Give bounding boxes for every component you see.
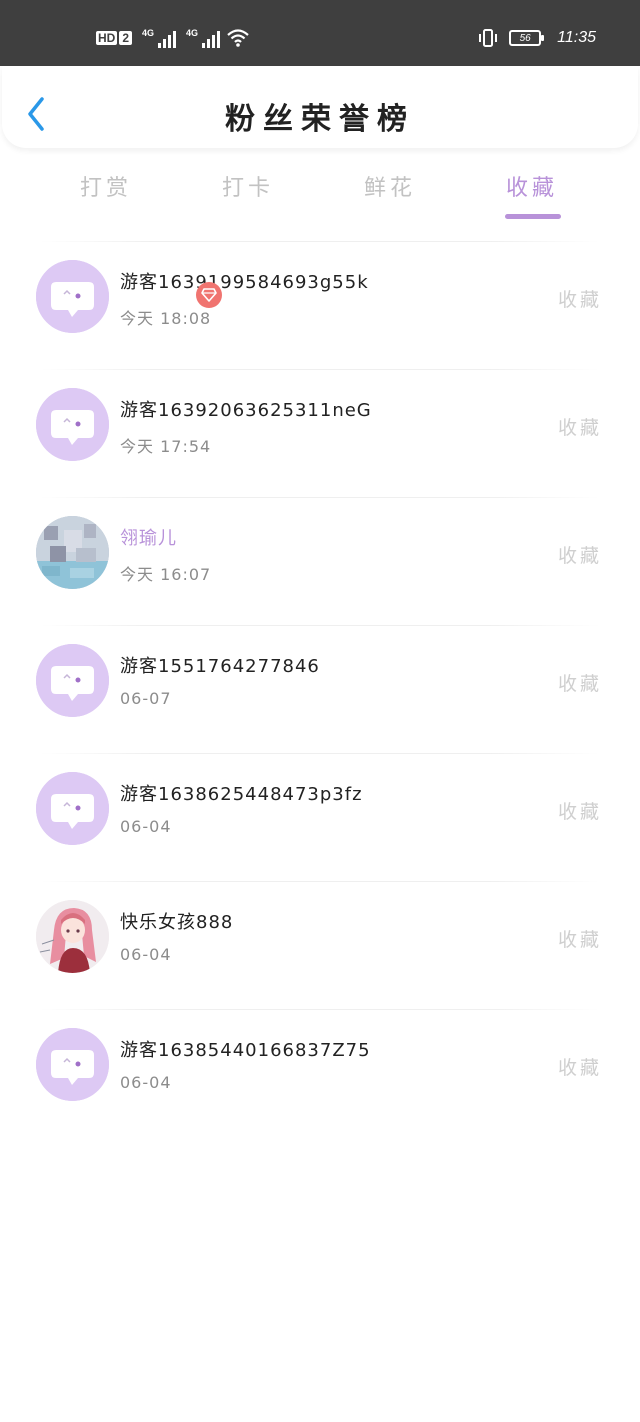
battery-icon: 56	[509, 30, 545, 46]
avatar[interactable]	[36, 1028, 109, 1101]
default-avatar-icon	[36, 1028, 109, 1101]
network-type-1: 4G	[142, 28, 155, 38]
hd-label: HD	[96, 31, 118, 45]
status-bar-left: HD 2 4G 4G	[96, 28, 250, 48]
anime-girl-avatar	[36, 900, 109, 973]
avatar[interactable]	[36, 388, 109, 461]
fan-time: 今天 18:08	[120, 309, 212, 328]
active-tab-indicator	[505, 214, 561, 219]
action-label: 收藏	[557, 289, 602, 311]
tab-reward[interactable]: 打赏	[46, 170, 166, 202]
avatar[interactable]	[36, 772, 109, 845]
avatar[interactable]	[36, 260, 109, 333]
list-item[interactable]: 游客16392063625311neG 今天 17:54 收藏	[0, 369, 640, 497]
tab-bar: 打赏 打卡 鲜花 收藏	[0, 160, 640, 230]
avatar[interactable]	[36, 516, 109, 589]
sim-number: 2	[119, 31, 133, 45]
fan-time: 06-07	[120, 689, 172, 708]
list-item[interactable]: 游客1639199584693g55k 今天 18:08 收藏	[0, 241, 640, 369]
tab-flowers[interactable]: 鲜花	[330, 170, 450, 202]
fan-name: 游客16392063625311neG	[120, 400, 372, 421]
default-avatar-icon	[36, 772, 109, 845]
battery-level: 56	[519, 32, 531, 44]
fan-name: 游客1638625448473p3fz	[120, 784, 363, 805]
fan-list: 游客1639199584693g55k 今天 18:08 收藏 游客163920…	[0, 241, 640, 1137]
list-item[interactable]: 游客1551764277846 06-07 收藏	[0, 625, 640, 753]
action-label: 收藏	[557, 801, 602, 823]
list-item[interactable]: 快乐女孩888 06-04 收藏	[0, 881, 640, 1009]
fan-name: 游客16385440166837Z75	[120, 1040, 371, 1061]
status-bar-right: 56 11:35	[477, 28, 596, 48]
fan-name: 游客1639199584693g55k	[120, 272, 369, 293]
hd-indicator: HD 2	[96, 29, 133, 47]
status-bar: HD 2 4G 4G 56 11:35	[0, 0, 640, 66]
tab-favorites[interactable]: 收藏	[472, 170, 592, 202]
user-photo-avatar	[36, 516, 109, 589]
diamond-icon	[201, 288, 217, 302]
fan-name: 翎瑜儿	[120, 528, 177, 549]
wifi-icon	[227, 29, 249, 47]
avatar[interactable]	[36, 900, 109, 973]
default-avatar-icon	[36, 644, 109, 717]
action-label: 收藏	[557, 673, 602, 695]
action-label: 收藏	[557, 1057, 602, 1079]
fan-name: 游客1551764277846	[120, 656, 320, 677]
action-label: 收藏	[557, 545, 602, 567]
page-title: 粉丝荣誉榜	[225, 102, 415, 137]
default-avatar-icon	[36, 388, 109, 461]
app-header: 粉丝荣誉榜	[2, 66, 638, 148]
list-item[interactable]: 翎瑜儿 今天 16:07 收藏	[0, 497, 640, 625]
action-label: 收藏	[557, 929, 602, 951]
signal-icon: 4G	[142, 28, 177, 48]
vibrate-icon	[479, 29, 498, 47]
network-type-2: 4G	[186, 28, 199, 38]
fan-time: 06-04	[120, 817, 172, 836]
fan-name: 快乐女孩888	[120, 912, 234, 933]
fan-time: 今天 16:07	[120, 565, 212, 584]
list-item[interactable]: 游客1638625448473p3fz 06-04 收藏	[0, 753, 640, 881]
avatar[interactable]	[36, 644, 109, 717]
default-avatar-icon	[36, 260, 109, 333]
list-item[interactable]: 游客16385440166837Z75 06-04 收藏	[0, 1009, 640, 1137]
action-label: 收藏	[557, 417, 602, 439]
signal-icon: 4G	[186, 28, 221, 48]
fan-time: 今天 17:54	[120, 437, 212, 456]
tab-checkin[interactable]: 打卡	[188, 170, 308, 202]
fan-time: 06-04	[120, 1073, 172, 1092]
clock: 11:35	[557, 29, 596, 46]
vip-badge	[196, 282, 222, 308]
fan-time: 06-04	[120, 945, 172, 964]
